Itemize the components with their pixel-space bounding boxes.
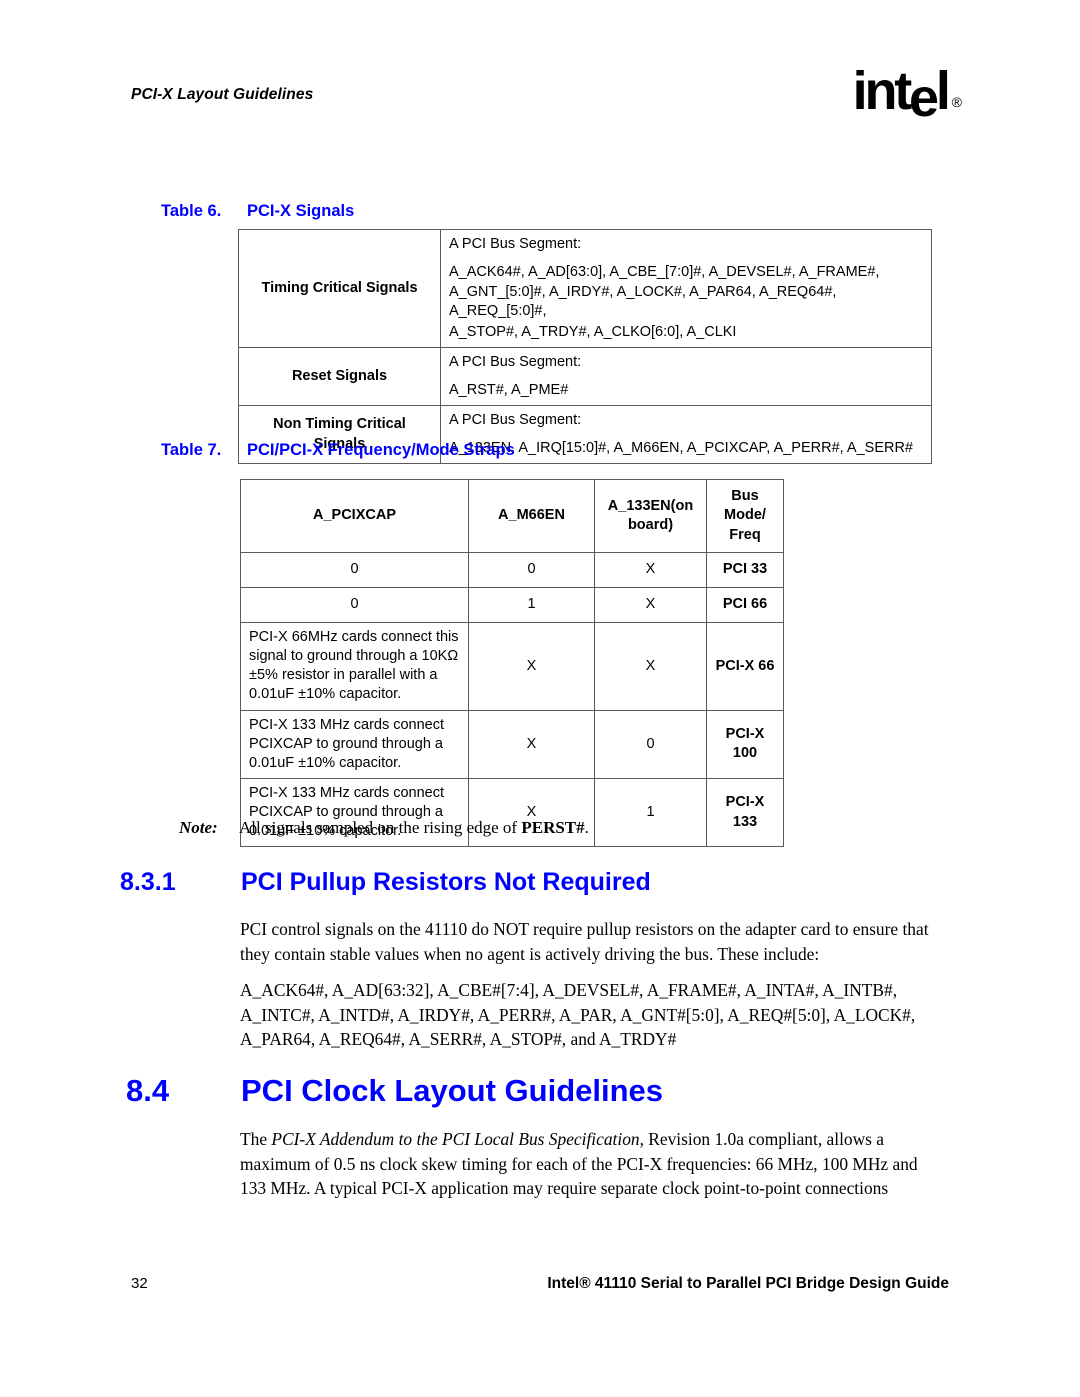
signal-line: A_133EN, A_IRQ[15:0]#, A_M66EN, A_PCIXCA… — [449, 440, 913, 456]
segment-label: A PCI Bus Segment: — [449, 411, 582, 428]
note-text-after: . — [584, 818, 589, 837]
row-label-line1: Non Timing Critical — [273, 416, 406, 433]
cell-pcixcap: 0 — [240, 552, 469, 588]
cell-133en: X — [594, 622, 707, 711]
segment-label: A PCI Bus Segment: — [449, 236, 582, 252]
signal-line: A_GNT_[5:0]#, A_IRDY#, A_LOCK#, A_PAR64,… — [449, 284, 837, 320]
table-row: PCI-X 133 MHz cards connect PCIXCAP to g… — [240, 709, 784, 779]
table-header-row: A_PCIXCAP A_M66EN A_133EN(on board) Bus … — [240, 479, 784, 553]
section-heading-8-4: 8.4 PCI Clock Layout Guidelines — [126, 1073, 663, 1109]
logo-part-l: l — [935, 61, 951, 121]
column-header-133en: A_133EN(on board) — [594, 479, 707, 553]
row-label-reset-signals: Reset Signals — [238, 346, 441, 406]
table6-caption-text: PCI-X Signals — [247, 202, 355, 220]
cell-line: PCI-X 66MHz cards connect this — [249, 629, 459, 645]
cell-133en: X — [594, 552, 707, 588]
cell-m66en: X — [468, 709, 595, 779]
table-row: Timing Critical Signals A PCI Bus Segmen… — [238, 229, 932, 348]
note-text-before: All signals sampled on the rising edge o… — [239, 818, 522, 837]
cell-pcixcap: 0 — [240, 587, 469, 623]
paragraph-pullup-intro: PCI control signals on the 41110 do NOT … — [240, 919, 929, 964]
cell-line: PCIXCAP to ground through a — [249, 735, 443, 752]
header-line3: Freq — [729, 526, 761, 543]
logo-part-int: int — [852, 61, 913, 121]
cell-line: 0.01uF ±10% capacitor. — [249, 686, 402, 703]
section-number: 8.3.1 — [120, 868, 176, 896]
table7-caption-text: PCI/PCI-X Frequency/Mode Straps — [247, 441, 515, 459]
para-text-before: The — [240, 1129, 272, 1149]
cell-bus-mode: PCI-X 100 — [706, 709, 784, 779]
page-footer: 32 Intel® 41110 Serial to Parallel PCI B… — [0, 1275, 1080, 1325]
cell-m66en: X — [468, 622, 595, 711]
cell-bus-mode: PCI 33 — [706, 552, 784, 588]
section-title: PCI Pullup Resistors Not Required — [241, 868, 651, 896]
intel-logo: intel ® — [852, 61, 962, 125]
table6-caption-number: Table 6. — [161, 202, 222, 220]
footer-document-title: Intel® 41110 Serial to Parallel PCI Brid… — [547, 1275, 949, 1292]
note-bold-term: PERST# — [521, 818, 585, 837]
signal-line: A_ACK64#, A_AD[63:0], A_CBE_[7:0]#, A_DE… — [449, 264, 880, 281]
row-content-timing-critical: A PCI Bus Segment: A_ACK64#, A_AD[63:0],… — [440, 229, 932, 348]
para-spec-title: PCI-X Addendum to the PCI Local Bus Spec… — [271, 1129, 640, 1149]
row-label-timing-critical: Timing Critical Signals — [238, 229, 441, 348]
cell-bus-mode: PCI 66 — [706, 587, 784, 623]
note-line: Note: All signals sampled on the rising e… — [179, 818, 939, 838]
cell-133en: X — [594, 587, 707, 623]
cell-line: PCI-X 133 MHz cards connect — [249, 784, 445, 801]
cell-m66en: 1 — [468, 587, 595, 623]
page-header: PCI-X Layout Guidelines intel ® — [0, 0, 1080, 150]
cell-bus-mode: PCI-X 66 — [706, 622, 784, 711]
table7-caption-number: Table 7. — [161, 441, 222, 459]
column-header-m66en: A_M66EN — [468, 479, 595, 553]
header-line1: Bus — [731, 488, 759, 505]
table-pci-x-signals: Timing Critical Signals A PCI Bus Segmen… — [238, 229, 932, 465]
cell-line: PCI-X 133 MHz cards connect — [249, 716, 445, 733]
cell-133en: 0 — [594, 709, 707, 779]
section-number: 8.4 — [126, 1073, 170, 1108]
header-line1: A_133EN(on — [607, 497, 694, 514]
column-header-pcixcap: A_PCIXCAP — [240, 479, 469, 553]
cell-line: 0.01uF ±10% capacitor. — [249, 754, 402, 771]
signal-line: A_STOP#, A_TRDY#, A_CLKO[6:0], A_CLKI — [449, 323, 737, 340]
table-frequency-mode-straps: A_PCIXCAP A_M66EN A_133EN(on board) Bus … — [240, 479, 784, 848]
cell-line: ±5% resistor in parallel with a — [249, 667, 438, 684]
logo-part-e: e — [909, 68, 939, 128]
registered-trademark-icon: ® — [951, 94, 962, 110]
segment-label: A PCI Bus Segment: — [449, 353, 582, 370]
column-header-bus-mode-freq: Bus Mode/ Freq — [706, 479, 784, 553]
header-line2: Mode/ — [724, 507, 766, 524]
paragraph-clock-skew: The PCI-X Addendum to the PCI Local Bus … — [240, 1127, 946, 1201]
table6-caption: Table 6. PCI-X Signals — [161, 202, 354, 221]
section-heading-8-3-1: 8.3.1 PCI Pullup Resistors Not Required — [120, 868, 651, 897]
header-line2: board) — [627, 517, 674, 533]
cell-line: signal to ground through a 10KΩ — [249, 648, 459, 665]
paragraph-signal-list: A_ACK64#, A_AD[63:32], A_CBE#[7:4], A_DE… — [240, 980, 916, 1050]
section-title: PCI Clock Layout Guidelines — [241, 1073, 664, 1108]
table7-caption: Table 7. PCI/PCI-X Frequency/Mode Straps — [161, 441, 515, 460]
cell-pcixcap: PCI-X 133 MHz cards connect PCIXCAP to g… — [240, 709, 469, 779]
note-label: Note: — [179, 818, 218, 837]
row-content-reset-signals: A PCI Bus Segment: A_RST#, A_PME# — [440, 346, 932, 406]
cell-m66en: 0 — [468, 552, 595, 588]
table-row: 0 0 X PCI 33 — [240, 552, 784, 588]
running-head: PCI-X Layout Guidelines — [131, 86, 314, 103]
cell-pcixcap: PCI-X 66MHz cards connect this signal to… — [240, 622, 469, 711]
table-row: PCI-X 66MHz cards connect this signal to… — [240, 622, 784, 711]
signal-line: A_RST#, A_PME# — [449, 381, 569, 398]
table-row: Reset Signals A PCI Bus Segment: A_RST#,… — [238, 346, 932, 406]
table-row: 0 1 X PCI 66 — [240, 587, 784, 623]
